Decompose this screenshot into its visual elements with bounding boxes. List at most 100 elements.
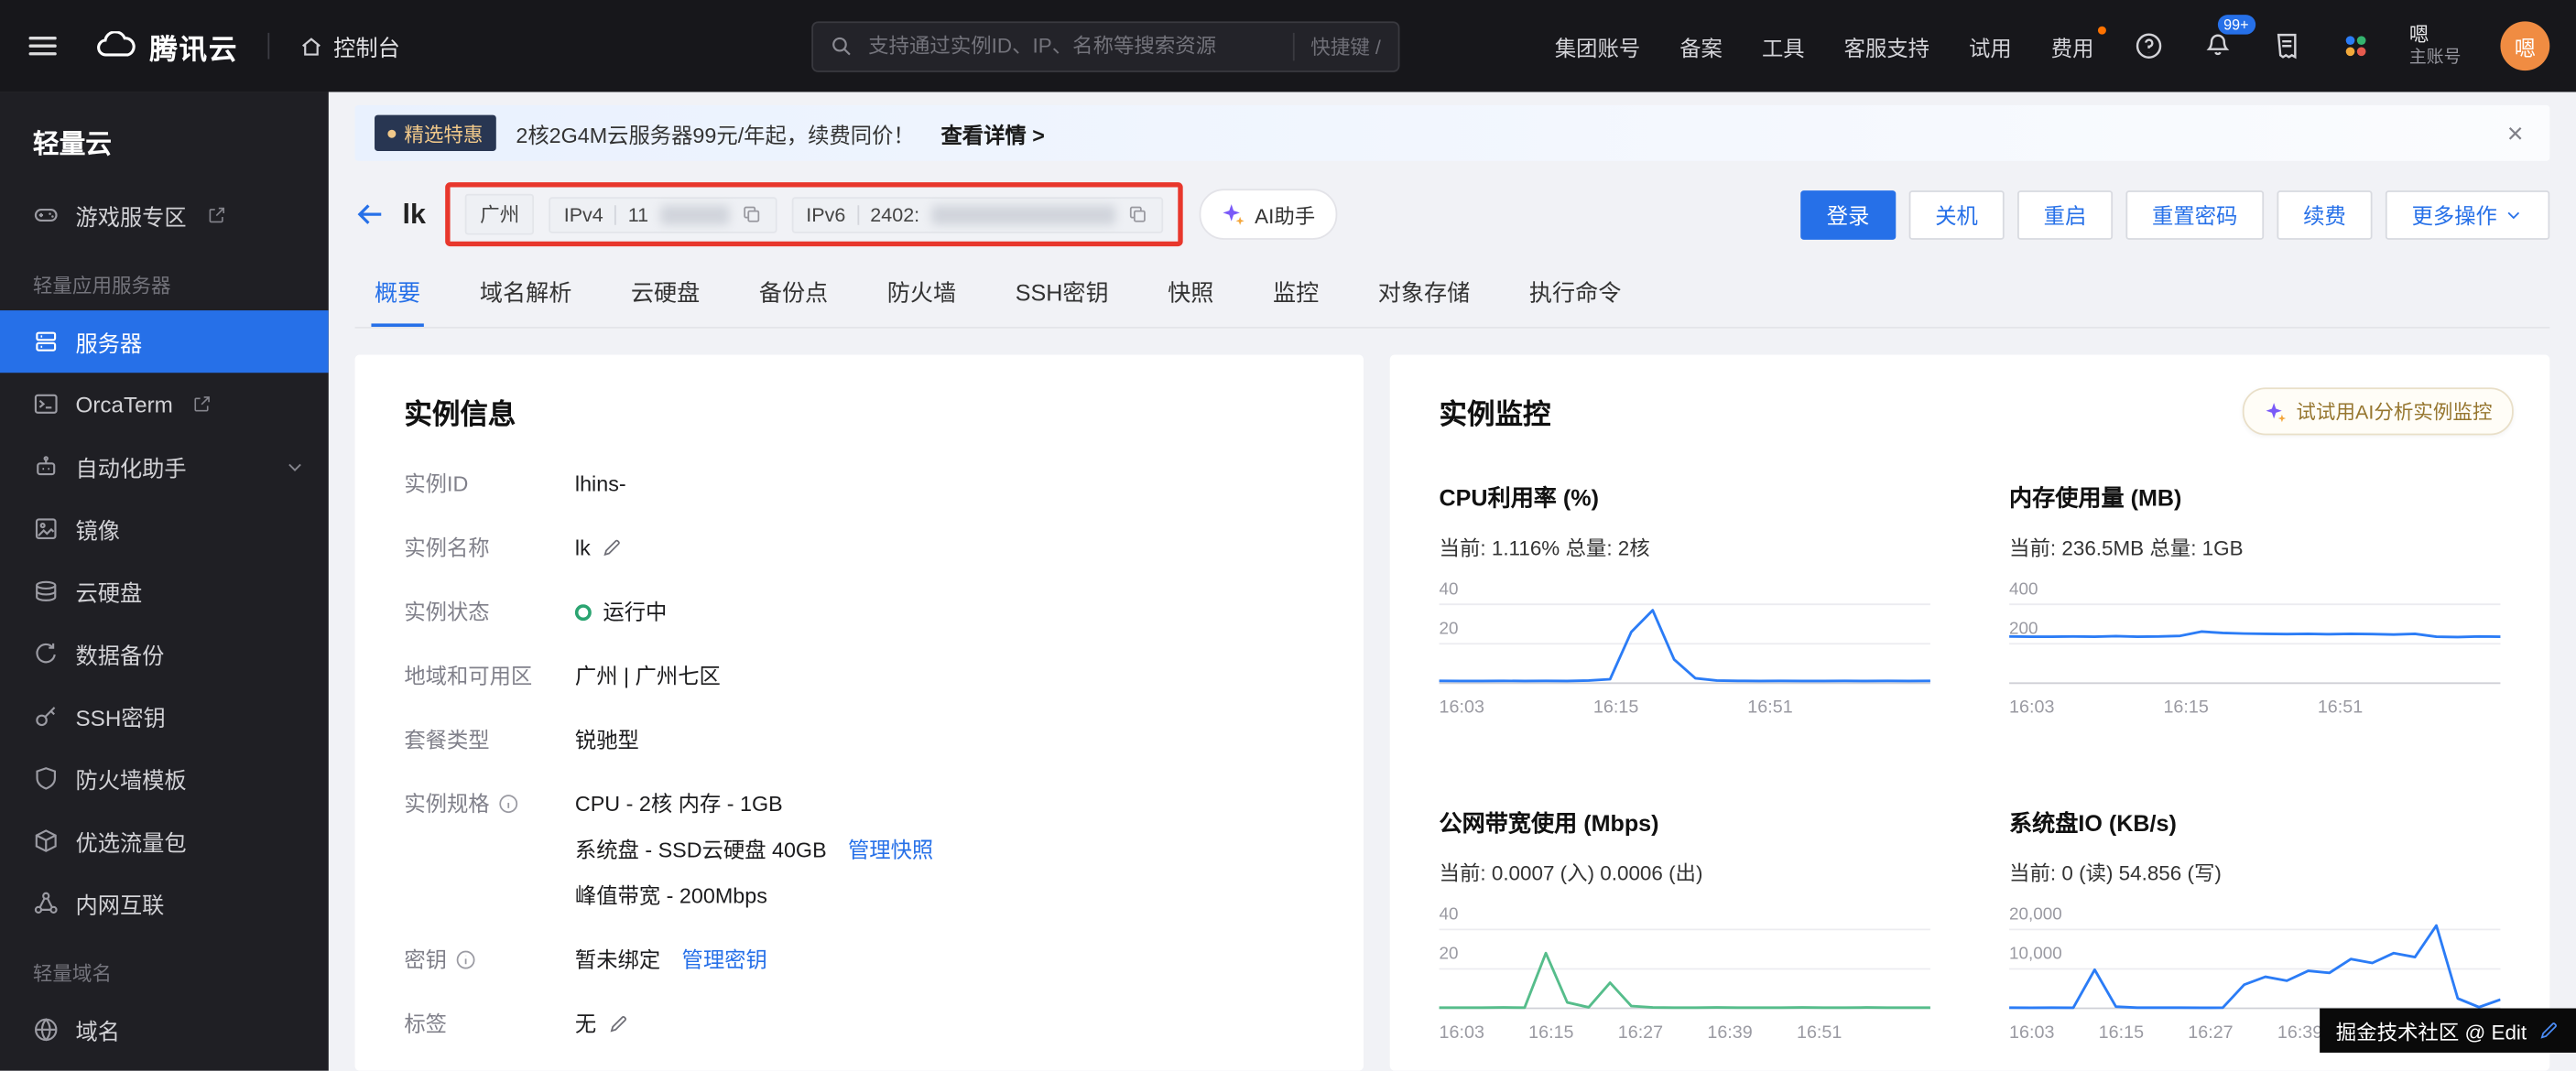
info-label: 密钥 xyxy=(404,945,575,976)
billing-doc-icon[interactable] xyxy=(2271,31,2300,60)
domain-icon xyxy=(33,1016,60,1043)
sidebar-item-自动化助手[interactable]: 自动化助手 xyxy=(0,435,329,497)
info-line: lhins- xyxy=(575,468,626,499)
ai-analyze-button[interactable]: 试试用AI分析实例监控 xyxy=(2242,387,2514,436)
info-text: 广州 | 广州七区 xyxy=(574,663,721,688)
action-button-续费[interactable]: 续费 xyxy=(2277,189,2373,240)
info-row: 标签 无 xyxy=(404,1009,1314,1040)
chart-current-value: 当前: 0.0007 (入) 0.0006 (出) xyxy=(1439,861,1703,885)
info-link-管理快照[interactable]: 管理快照 xyxy=(848,834,933,865)
info-label-text: 实例规格 xyxy=(404,791,490,817)
chart-bandwidth: 公网带宽使用 (Mbps) 当前: 0.0007 (入) 0.0006 (出) 40… xyxy=(1439,806,1930,1043)
action-button-重置密码[interactable]: 重置密码 xyxy=(2125,189,2265,240)
tab-快照[interactable]: 快照 xyxy=(1165,259,1217,327)
tab-云硬盘[interactable]: 云硬盘 xyxy=(627,259,703,327)
promo-detail-link[interactable]: 查看详情 > xyxy=(940,117,1044,148)
topbar-link[interactable]: 费用 xyxy=(2051,25,2106,61)
action-button-更多操作[interactable]: 更多操作 xyxy=(2385,189,2550,240)
chart-plot: 40 20 xyxy=(1439,905,1930,1015)
topbar-divider xyxy=(267,32,270,60)
copy-icon[interactable] xyxy=(741,203,762,224)
sidebar-item-数据备份[interactable]: 数据备份 xyxy=(0,622,329,685)
key-icon xyxy=(33,703,60,730)
ai-analyze-label: 试试用AI分析实例监控 xyxy=(2296,400,2493,424)
sidebar-item-label: 云硬盘 xyxy=(75,581,143,606)
lab-colorful-icon[interactable] xyxy=(2341,31,2370,60)
notifications-button[interactable]: 99+ xyxy=(2202,14,2255,65)
avatar[interactable]: 嗯 xyxy=(2500,21,2550,71)
action-button-重启[interactable]: 重启 xyxy=(2016,189,2113,240)
info-line: 锐驰型 xyxy=(575,724,639,755)
copy-icon[interactable] xyxy=(1126,203,1147,224)
action-button-label: 重启 xyxy=(2043,203,2087,229)
info-line: lk xyxy=(575,532,624,563)
help-icon[interactable] xyxy=(2134,31,2163,60)
tab-执行命令[interactable]: 执行命令 xyxy=(1526,259,1625,327)
chart-disk-io: 系统盘IO (KB/s) 当前: 0 (读) 54.856 (写) 20,000 10… xyxy=(2009,806,2501,1044)
info-row: 密钥 暂未绑定 管理密钥 xyxy=(404,945,1314,976)
action-button-label: 更多操作 xyxy=(2411,203,2497,229)
account-info[interactable]: 嗯 主账号 xyxy=(2409,23,2462,69)
info-value: 无 xyxy=(575,1009,629,1040)
chart-title: 内存使用量 (MB) xyxy=(2009,484,2182,511)
topbar-link[interactable]: 客服支持 xyxy=(1844,30,1929,61)
status-running-dot xyxy=(574,603,592,621)
instance-info-card: 实例信息 实例ID lhins- 实例名称 lk 实例状态 运行中 地域和可用区 广州 | 广… xyxy=(354,354,1364,1071)
sidebar-item-防火墙模板[interactable]: 防火墙模板 xyxy=(0,747,329,809)
y-tick: 20,000 xyxy=(2009,904,2062,925)
sidebar-item-label: 自动化助手 xyxy=(75,456,187,481)
action-button-关机[interactable]: 关机 xyxy=(1908,189,2005,240)
sidebar-item-镜像[interactable]: 镜像 xyxy=(0,498,329,560)
action-button-label: 续费 xyxy=(2303,203,2346,229)
info-circle-icon xyxy=(455,949,476,970)
info-row: 地域和可用区 广州 | 广州七区 xyxy=(404,660,1314,691)
sidebar-item-内网互联[interactable]: 内网互联 xyxy=(0,872,329,935)
gamepad-icon xyxy=(33,202,60,229)
tab-SSH密钥[interactable]: SSH密钥 xyxy=(1012,259,1112,327)
tab-监控[interactable]: 监控 xyxy=(1269,259,1321,327)
sidebar-item-域名[interactable]: 域名 xyxy=(0,999,329,1061)
backup-icon xyxy=(33,641,60,667)
sparkle-ai-icon xyxy=(1220,202,1245,227)
sidebar-item-云硬盘[interactable]: 云硬盘 xyxy=(0,560,329,622)
sidebar-item-label: 优选流量包 xyxy=(75,830,187,856)
tab-概要[interactable]: 概要 xyxy=(371,259,424,328)
notification-badge: 99+ xyxy=(2217,14,2255,34)
tab-对象存储[interactable]: 对象存储 xyxy=(1375,259,1473,327)
sidebar-item-label: OrcaTerm xyxy=(75,391,173,416)
image-icon xyxy=(33,515,60,542)
logo-text: 腾讯云 xyxy=(149,33,239,65)
action-button-登录[interactable]: 登录 xyxy=(1800,189,1897,240)
sidebar-item-OrcaTerm[interactable]: OrcaTerm xyxy=(0,373,329,435)
info-label: 套餐类型 xyxy=(404,724,575,755)
y-tick: 200 xyxy=(2009,619,2038,639)
info-label: 实例名称 xyxy=(404,532,575,563)
info-text: CPU - 2核 内存 - 1GB xyxy=(574,791,783,817)
ai-assistant-button[interactable]: AI助手 xyxy=(1199,189,1337,240)
close-icon[interactable]: × xyxy=(2501,119,2530,146)
hamburger-menu-icon[interactable] xyxy=(27,29,60,62)
ipv6-label: IPv6 xyxy=(806,202,846,226)
tencent-cloud-logo[interactable]: 腾讯云 xyxy=(95,26,238,67)
search-icon xyxy=(829,35,852,58)
sidebar-item-优选流量包[interactable]: 优选流量包 xyxy=(0,809,329,871)
x-tick: 16:51 xyxy=(1747,698,1793,718)
sidebar-item-SSH密钥[interactable]: SSH密钥 xyxy=(0,685,329,747)
tab-备份点[interactable]: 备份点 xyxy=(755,259,831,327)
topbar-link[interactable]: 集团账号 xyxy=(1555,30,1640,61)
sidebar-item-游戏服专区[interactable]: 游戏服专区 xyxy=(0,184,329,246)
console-link[interactable]: 控制台 xyxy=(299,29,400,62)
tab-防火墙[interactable]: 防火墙 xyxy=(884,259,960,327)
search-input[interactable] xyxy=(864,32,1280,60)
x-tick: 16:39 xyxy=(2277,1022,2323,1044)
x-tick: 16:03 xyxy=(2009,698,2055,718)
chevron-down-icon xyxy=(284,456,305,477)
back-arrow-icon[interactable] xyxy=(355,199,386,230)
topbar-link[interactable]: 备案 xyxy=(1679,30,1723,61)
sidebar-item-服务器[interactable]: 服务器 xyxy=(0,310,329,373)
topbar-link[interactable]: 工具 xyxy=(1762,30,1805,61)
badge-dot-icon xyxy=(387,128,397,137)
info-link-管理密钥[interactable]: 管理密钥 xyxy=(682,945,767,976)
tab-域名解析[interactable]: 域名解析 xyxy=(476,259,575,327)
topbar-link[interactable]: 试用 xyxy=(1969,30,2012,61)
